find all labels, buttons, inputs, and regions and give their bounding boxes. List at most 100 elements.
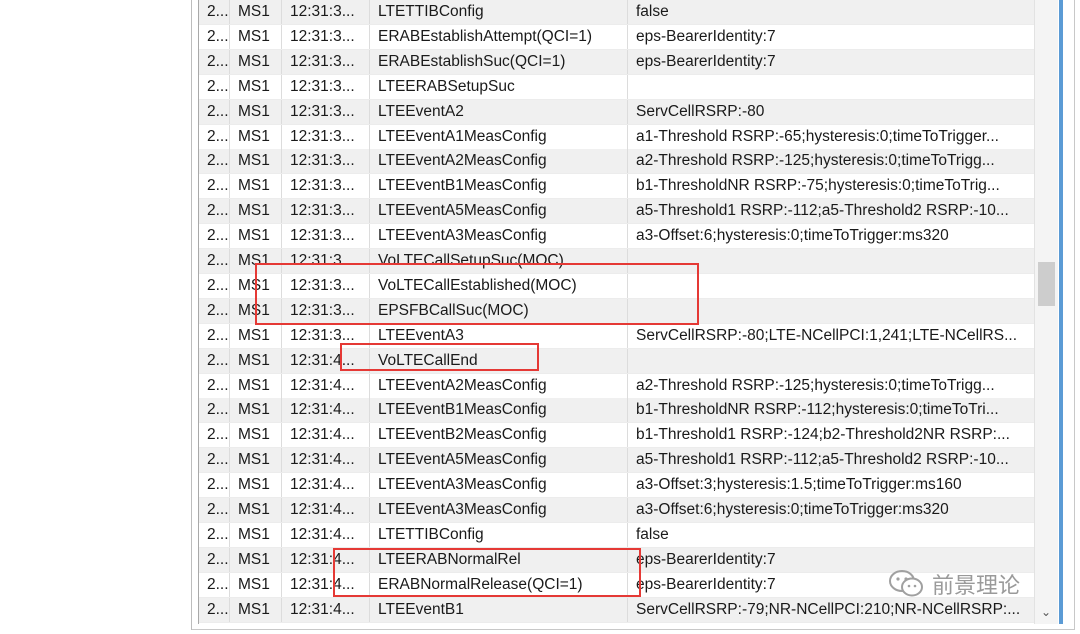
event-cell: VoLTECallEnd bbox=[369, 348, 627, 373]
detail-cell: a3-Offset:6;hysteresis:0;timeToTrigger:m… bbox=[627, 498, 1034, 522]
event-cell: LTEEventA3 bbox=[369, 323, 627, 348]
event-cell: VoLTECallSetupSuc(MOC) bbox=[369, 249, 627, 273]
table-row[interactable]: 2... MS1 12:31:3... ERABEstablishAttempt(QC… bbox=[199, 24, 1034, 50]
table-row[interactable]: 2... MS1 12:31:4... LTEEventA2MeasConfig a2-… bbox=[199, 373, 1034, 399]
device-cell: MS1 bbox=[229, 572, 281, 597]
table-row[interactable]: 2... MS1 12:31:4... LTETTIBConfig false bbox=[199, 522, 1034, 548]
device-cell: MS1 bbox=[229, 249, 281, 273]
detail-cell: a5-Threshold1 RSRP:-112;a5-Threshold2 RS… bbox=[627, 448, 1034, 473]
device-cell: MS1 bbox=[229, 448, 281, 473]
event-cell: ERABNormalRelease(QCI=1) bbox=[369, 572, 627, 597]
event-cell: LTEEventA3MeasConfig bbox=[369, 224, 627, 249]
time-cell: 12:31:4... bbox=[281, 547, 369, 572]
detail-cell: ServCellRSRP:-80 bbox=[627, 99, 1034, 124]
time-cell: 12:31:3... bbox=[281, 124, 369, 149]
time-cell: 12:31:4... bbox=[281, 398, 369, 423]
table-row[interactable]: 2... MS1 12:31:3... VoLTECallSetupSuc(MOC) bbox=[199, 249, 1034, 274]
time-cell: 12:31:4... bbox=[281, 597, 369, 622]
row-index-cell: 2... bbox=[207, 276, 229, 294]
row-index-cell: 2... bbox=[207, 426, 229, 444]
device-cell: MS1 bbox=[229, 99, 281, 124]
device-cell: MS1 bbox=[229, 597, 281, 622]
table-row[interactable]: 2... MS1 12:31:3... LTEERABSetupSuc bbox=[199, 74, 1034, 100]
row-index-cell: 2... bbox=[207, 376, 229, 394]
time-cell: 12:31:3... bbox=[281, 174, 369, 199]
time-cell: 12:31:4... bbox=[281, 448, 369, 473]
device-cell: MS1 bbox=[229, 149, 281, 174]
detail-cell: eps-BearerIdentity:7 bbox=[627, 49, 1034, 74]
detail-cell: b1-ThresholdNR RSRP:-112;hysteresis:0;ti… bbox=[627, 398, 1034, 423]
time-cell: 12:31:4... bbox=[281, 423, 369, 448]
detail-cell: false bbox=[627, 0, 1034, 24]
vertical-scrollbar[interactable]: ⌄ bbox=[1034, 0, 1058, 624]
table-row[interactable]: 2... MS1 12:31:3... LTEEventA3MeasConfig a3-… bbox=[199, 224, 1034, 250]
event-cell: LTEEventB1MeasConfig bbox=[369, 174, 627, 199]
table-row[interactable]: 2... MS1 12:31:3... LTEEventA1MeasConfig a1-… bbox=[199, 124, 1034, 150]
time-cell: 12:31:3... bbox=[281, 249, 369, 273]
detail-cell: a1-Threshold RSRP:-65;hysteresis:0;timeT… bbox=[627, 124, 1034, 149]
table-row[interactable]: 2... MS1 12:31:3... LTEEventA2 ServCellRSRP:… bbox=[199, 99, 1034, 125]
device-cell: MS1 bbox=[229, 473, 281, 498]
device-cell: MS1 bbox=[229, 423, 281, 448]
device-cell: MS1 bbox=[229, 124, 281, 149]
device-cell: MS1 bbox=[229, 348, 281, 373]
time-cell: 12:31:4... bbox=[281, 373, 369, 398]
time-cell: 12:31:3... bbox=[281, 0, 369, 24]
time-cell: 12:31:3... bbox=[281, 24, 369, 49]
detail-cell: b1-Threshold1 RSRP:-124;b2-Threshold2NR … bbox=[627, 423, 1034, 448]
event-cell: LTEEventA2MeasConfig bbox=[369, 149, 627, 174]
table-row[interactable]: 2... MS1 12:31:4... LTEEventA3MeasConfig a3-… bbox=[199, 473, 1034, 499]
table-row[interactable]: 2... MS1 12:31:3... LTEEventB1MeasConfig b1-… bbox=[199, 174, 1034, 200]
event-cell: LTEEventB1 bbox=[369, 597, 627, 622]
row-index-cell: 2... bbox=[207, 401, 229, 419]
time-cell: 12:31:3... bbox=[281, 99, 369, 124]
table-row[interactable]: 2... MS1 12:31:4... LTEEventB1MeasConfig b1-… bbox=[199, 398, 1034, 424]
table-row[interactable]: 2... MS1 12:31:3... VoLTECallEstablished(MO… bbox=[199, 273, 1034, 299]
row-index-cell: 2... bbox=[207, 152, 229, 170]
device-cell: MS1 bbox=[229, 298, 281, 323]
device-cell: MS1 bbox=[229, 174, 281, 199]
table-row[interactable]: 2... MS1 12:31:4... LTEEventB2MeasConfig b1-… bbox=[199, 423, 1034, 449]
scrollbar-thumb[interactable] bbox=[1038, 262, 1055, 306]
row-index-cell: 2... bbox=[207, 476, 229, 494]
detail-cell bbox=[627, 273, 1034, 298]
time-cell: 12:31:4... bbox=[281, 498, 369, 522]
time-cell: 12:31:4... bbox=[281, 348, 369, 373]
table-row[interactable]: 2... MS1 12:31:4... LTEEventA5MeasConfig a5-… bbox=[199, 448, 1034, 474]
table-row[interactable]: 2... MS1 12:31:4... VoLTECallEnd bbox=[199, 348, 1034, 374]
table-row[interactable]: 2... MS1 12:31:3... ERABEstablishSuc(QCI=1)… bbox=[199, 49, 1034, 75]
table-row[interactable]: 2... MS1 12:31:3... EPSFBCallSuc(MOC) bbox=[199, 298, 1034, 324]
table-row[interactable]: 2... MS1 12:31:3... LTEEventA5MeasConfig a5-… bbox=[199, 199, 1034, 225]
row-index-cell: 2... bbox=[207, 3, 229, 20]
row-index-cell: 2... bbox=[207, 525, 229, 543]
row-index-cell: 2... bbox=[207, 550, 229, 568]
table-row[interactable]: 2... MS1 12:31:3... LTETTIBConfig false bbox=[199, 0, 1034, 25]
time-cell: 12:31:3... bbox=[281, 49, 369, 74]
row-index-cell: 2... bbox=[207, 301, 229, 319]
event-cell: LTEERABSetupSuc bbox=[369, 74, 627, 99]
device-cell: MS1 bbox=[229, 0, 281, 24]
time-cell: 12:31:4... bbox=[281, 572, 369, 597]
scroll-down-arrow-icon[interactable]: ⌄ bbox=[1035, 604, 1057, 620]
table-row[interactable]: 2... MS1 12:31:3... LTEEventA3 ServCellRSRP:… bbox=[199, 323, 1034, 349]
detail-cell: b1-ThresholdNR RSRP:-75;hysteresis:0;tim… bbox=[627, 174, 1034, 199]
row-index-cell: 2... bbox=[207, 202, 229, 220]
event-cell: LTEEventA5MeasConfig bbox=[369, 199, 627, 224]
table-row[interactable]: 2... MS1 12:31:3... LTEEventA2MeasConfig a2-… bbox=[199, 149, 1034, 175]
device-cell: MS1 bbox=[229, 547, 281, 572]
event-cell: LTEEventB2MeasConfig bbox=[369, 423, 627, 448]
device-cell: MS1 bbox=[229, 522, 281, 547]
device-cell: MS1 bbox=[229, 273, 281, 298]
watermark: 前景理论 bbox=[888, 566, 1020, 602]
row-index-cell: 2... bbox=[207, 451, 229, 469]
row-index-cell: 2... bbox=[207, 501, 229, 518]
detail-cell: eps-BearerIdentity:7 bbox=[627, 24, 1034, 49]
detail-cell: ServCellRSRP:-80;LTE-NCellPCI:1,241;LTE-… bbox=[627, 323, 1034, 348]
table-row[interactable]: 2... MS1 12:31:4... LTEEventA3MeasConfig a3-… bbox=[199, 498, 1034, 523]
row-index-cell: 2... bbox=[207, 600, 229, 618]
device-cell: MS1 bbox=[229, 373, 281, 398]
device-cell: MS1 bbox=[229, 224, 281, 249]
signaling-table[interactable]: 2... MS1 12:31:3... LTETTIBConfig false 2... M… bbox=[198, 0, 1034, 624]
device-cell: MS1 bbox=[229, 74, 281, 99]
detail-cell: a2-Threshold RSRP:-125;hysteresis:0;time… bbox=[627, 373, 1034, 398]
